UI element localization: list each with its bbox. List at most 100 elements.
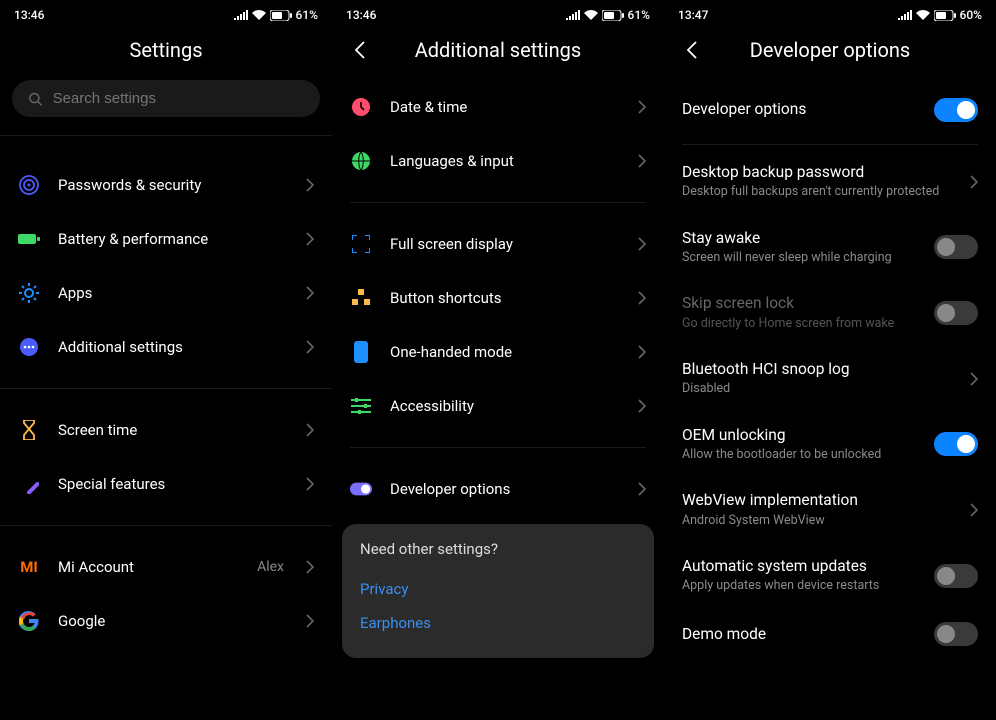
status-time: 13:46: [14, 8, 44, 22]
row-google[interactable]: Google: [0, 594, 332, 648]
row-bluetooth-hci[interactable]: Bluetooth HCI snoop log Disabled: [664, 346, 996, 412]
toggle-switch[interactable]: [934, 432, 978, 456]
row-label: Screen time: [58, 421, 288, 439]
additional-settings-pane: 13:46 61% Additional settings Date & tim…: [332, 0, 664, 720]
row-webview-implementation[interactable]: WebView implementation Android System We…: [664, 477, 996, 543]
status-right: 61%: [566, 8, 650, 22]
row-title: Demo mode: [682, 625, 922, 644]
row-subtitle: Go directly to Home screen from wake: [682, 316, 922, 332]
gear-icon: [19, 283, 39, 303]
shield-icon: [18, 174, 40, 196]
row-label: Button shortcuts: [390, 289, 620, 307]
battery-percent: 61%: [628, 8, 650, 22]
row-apps[interactable]: Apps: [0, 266, 332, 320]
back-button[interactable]: [680, 38, 704, 62]
row-dev-options-toggle[interactable]: Developer options: [664, 80, 996, 140]
chevron-right-icon: [638, 345, 646, 359]
hourglass-icon: [21, 420, 37, 440]
status-time: 13:47: [678, 8, 708, 22]
dots-icon: [19, 337, 39, 357]
clock-icon: [351, 97, 371, 117]
row-subtitle: Screen will never sleep while charging: [682, 250, 922, 266]
row-one-handed-mode[interactable]: One-handed mode: [332, 325, 664, 379]
row-title: Developer options: [682, 100, 922, 119]
row-developer-options[interactable]: Developer options: [332, 462, 664, 516]
row-title: Stay awake: [682, 229, 922, 248]
mi-logo-icon: MI: [20, 558, 38, 576]
google-icon: [19, 611, 39, 631]
row-special-features[interactable]: Special features: [0, 457, 332, 511]
other-settings-card: Need other settings? Privacy Earphones: [342, 524, 654, 658]
battery-icon: [602, 10, 624, 21]
link-earphones[interactable]: Earphones: [360, 606, 636, 640]
row-subtitle: Disabled: [682, 381, 958, 397]
row-label: Special features: [58, 475, 288, 493]
chevron-right-icon: [306, 614, 314, 628]
row-date-time[interactable]: Date & time: [332, 80, 664, 134]
row-title: Bluetooth HCI snoop log: [682, 360, 958, 379]
row-title: Skip screen lock: [682, 294, 922, 313]
row-label: Additional settings: [58, 338, 288, 356]
divider: [0, 388, 332, 389]
globe-icon: [351, 151, 371, 171]
row-label: Apps: [58, 284, 288, 302]
chevron-right-icon: [638, 291, 646, 305]
row-title: Automatic system updates: [682, 557, 922, 576]
row-screen-time[interactable]: Screen time: [0, 403, 332, 457]
row-demo-mode[interactable]: Demo mode: [664, 608, 996, 660]
row-passwords-security[interactable]: Passwords & security: [0, 158, 332, 212]
row-mi-account[interactable]: MI Mi Account Alex: [0, 540, 332, 594]
row-skip-screen-lock: Skip screen lock Go directly to Home scr…: [664, 280, 996, 346]
row-title: OEM unlocking: [682, 426, 922, 445]
battery-percent: 61%: [296, 8, 318, 22]
chevron-right-icon: [306, 423, 314, 437]
developer-options-pane: 13:47 60% Developer options Developer op…: [664, 0, 996, 720]
link-privacy[interactable]: Privacy: [360, 572, 636, 606]
search-field[interactable]: [53, 90, 304, 107]
row-automatic-system-updates[interactable]: Automatic system updates Apply updates w…: [664, 543, 996, 609]
search-input[interactable]: [12, 80, 320, 117]
status-bar: 13:46 61%: [0, 0, 332, 24]
dev-toggle-icon: [350, 482, 372, 496]
chevron-right-icon: [638, 100, 646, 114]
chevron-right-icon: [970, 372, 978, 386]
row-button-shortcuts[interactable]: Button shortcuts: [332, 271, 664, 325]
status-time: 13:46: [346, 8, 376, 22]
row-languages-input[interactable]: Languages & input: [332, 134, 664, 188]
row-accessibility[interactable]: Accessibility: [332, 379, 664, 433]
row-stay-awake[interactable]: Stay awake Screen will never sleep while…: [664, 215, 996, 281]
chevron-right-icon: [306, 178, 314, 192]
chevron-left-icon: [355, 41, 365, 59]
row-subtitle: Android System WebView: [682, 513, 958, 529]
toggle-switch[interactable]: [934, 622, 978, 646]
row-label: Date & time: [390, 98, 620, 116]
chevron-right-icon: [638, 154, 646, 168]
chevron-right-icon: [638, 237, 646, 251]
row-label: Google: [58, 612, 288, 630]
page-header: Settings: [0, 24, 332, 80]
divider: [682, 144, 978, 145]
row-desktop-backup-password[interactable]: Desktop backup password Desktop full bac…: [664, 149, 996, 215]
row-label: Accessibility: [390, 397, 620, 415]
row-oem-unlocking[interactable]: OEM unlocking Allow the bootloader to be…: [664, 412, 996, 478]
chevron-right-icon: [306, 232, 314, 246]
wand-icon: [19, 474, 39, 494]
chevron-right-icon: [306, 340, 314, 354]
battery-perf-icon: [18, 232, 40, 246]
toggle-switch: [934, 301, 978, 325]
row-label: Mi Account: [58, 558, 239, 576]
row-additional-settings[interactable]: Additional settings: [0, 320, 332, 374]
toggle-switch[interactable]: [934, 564, 978, 588]
signal-icon: [898, 10, 912, 20]
row-fullscreen-display[interactable]: Full screen display: [332, 217, 664, 271]
toggle-switch[interactable]: [934, 98, 978, 122]
row-label: Languages & input: [390, 152, 620, 170]
back-button[interactable]: [348, 38, 372, 62]
divider: [350, 202, 646, 203]
divider: [0, 135, 332, 136]
page-header: Additional settings: [332, 24, 664, 80]
toggle-switch[interactable]: [934, 235, 978, 259]
row-battery-performance[interactable]: Battery & performance: [0, 212, 332, 266]
search-container: [0, 80, 332, 131]
wifi-icon: [916, 10, 930, 20]
